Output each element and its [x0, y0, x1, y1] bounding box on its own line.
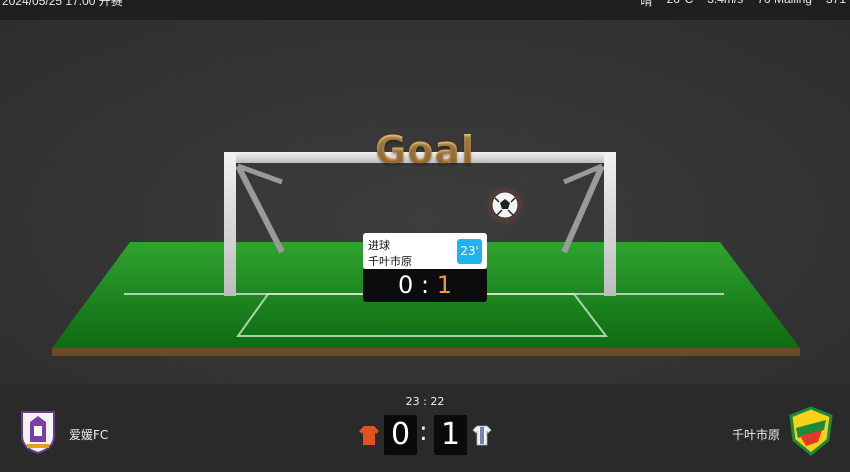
- event-score-separator: :: [420, 271, 430, 299]
- pitch-scene: [52, 152, 800, 356]
- weather-icon: 晴: [640, 0, 653, 8]
- home-score: 0: [384, 415, 417, 455]
- home-team-crest-icon: [21, 411, 55, 454]
- scoreboard: 23 : 22 爱媛FC 0 : 1 千叶市原: [0, 384, 850, 472]
- home-team-name: 爱媛FC: [69, 428, 109, 442]
- event-card: 进球 千叶市原 23': [363, 233, 487, 269]
- match-clock: 23 : 22: [405, 395, 445, 408]
- attendance-text: 371: [826, 0, 846, 9]
- status-items: 晴 26°C 3.4m/s 70 Malling 371: [640, 0, 846, 9]
- event-minute-badge: 23': [457, 239, 482, 264]
- status-bar: 2024/05/25 17:00 开赛 晴 26°C 3.4m/s 70 Mal…: [0, 0, 850, 20]
- goal-right-post: [604, 152, 616, 296]
- away-score: 1: [434, 415, 467, 455]
- home-kit-icon: [359, 426, 379, 445]
- soccer-ball-icon: [491, 191, 519, 219]
- event-title: Goal: [0, 128, 850, 172]
- away-team-crest-icon: [789, 406, 833, 456]
- goal-left-post: [224, 152, 236, 296]
- venue-text: 70 Malling: [757, 0, 812, 9]
- event-team-label: 千叶市原: [368, 255, 412, 268]
- match-start-time: 2024/05/25 17:00 开赛: [2, 0, 123, 8]
- temperature-icon: 26°C: [666, 0, 693, 9]
- wind-icon: 3.4m/s: [707, 0, 743, 9]
- event-score: 0 : 1: [363, 269, 487, 302]
- away-team-name: 千叶市原: [732, 428, 781, 442]
- away-kit-icon: [472, 425, 492, 446]
- event-away-score: 1: [436, 271, 452, 299]
- event-home-score: 0: [398, 271, 414, 299]
- pitch-soil: [52, 348, 800, 356]
- score-separator: :: [419, 417, 428, 447]
- animation-stage: Goal 进球 千叶市原 23' 0 : 1: [0, 20, 850, 384]
- event-type-label: 进球: [368, 239, 390, 252]
